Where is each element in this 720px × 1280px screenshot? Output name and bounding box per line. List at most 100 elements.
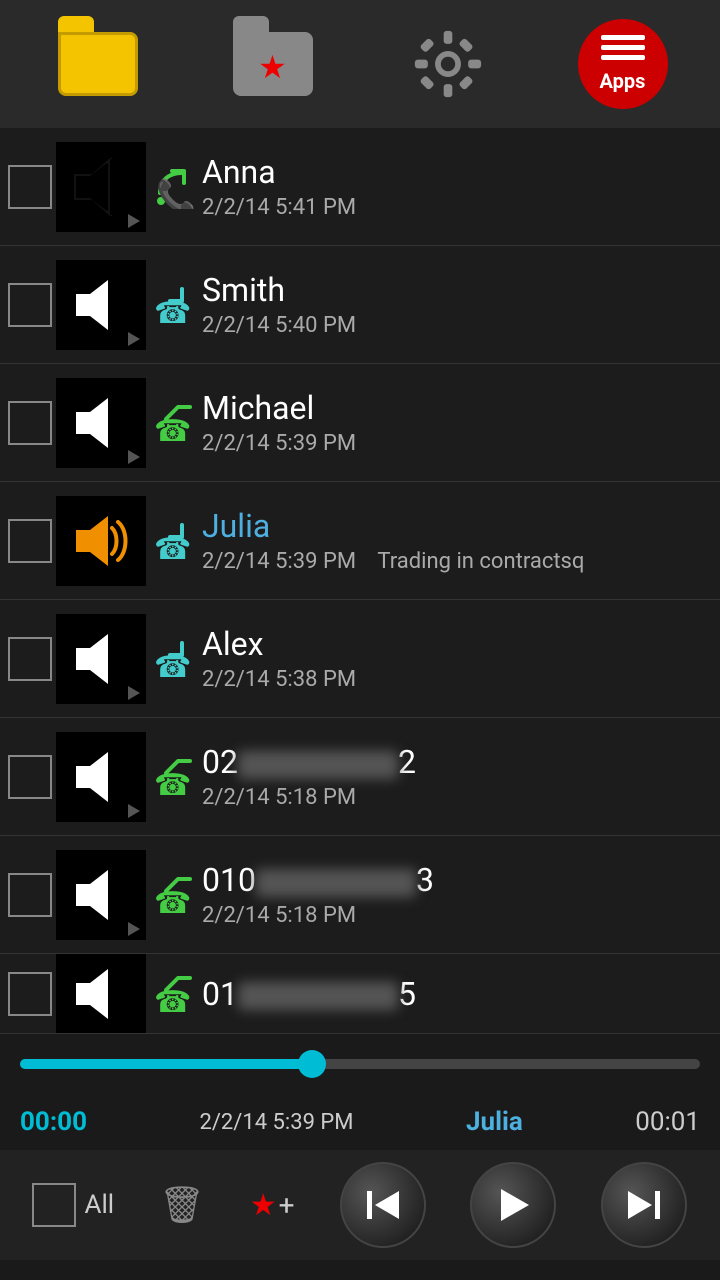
call-item-num1[interactable]: ☎ 022 2/2/14 5:18 PM — [0, 718, 720, 836]
settings-button[interactable] — [388, 14, 508, 114]
svg-text:☎: ☎ — [154, 886, 191, 917]
call-date-julia: 2/2/14 5:39 PM Trading in contractsq — [202, 549, 712, 574]
bottom-controls: All 🗑 ★+ — [0, 1150, 720, 1260]
svg-text:☎: ☎ — [154, 414, 191, 445]
player-name: Julia — [466, 1107, 523, 1137]
speaker-num3 — [56, 954, 146, 1034]
time-current: 00:00 — [20, 1107, 87, 1137]
call-list: 📞 Anna 2/2/14 5:41 PM ☎ Smith 2/2/14 5:4… — [0, 128, 720, 1034]
svg-text:📞: 📞 — [156, 176, 196, 209]
call-name-num1: 022 — [202, 743, 712, 781]
call-date-num2: 2/2/14 5:18 PM — [202, 903, 712, 928]
toolbar: ★ Apps — [0, 0, 720, 128]
select-all-wrap: All — [32, 1183, 114, 1227]
apps-label: Apps — [600, 69, 646, 93]
call-date-anna: 2/2/14 5:41 PM — [202, 195, 712, 220]
select-all-checkbox[interactable] — [32, 1183, 76, 1227]
call-item-num3[interactable]: ☎ 015 — [0, 954, 720, 1034]
play-tri-icon — [128, 332, 140, 346]
call-direction-in-smith: ☎ — [150, 281, 198, 329]
play-icon — [491, 1183, 535, 1227]
apps-button[interactable]: Apps — [563, 14, 683, 114]
svg-text:☎: ☎ — [154, 768, 191, 799]
apps-icon: Apps — [578, 19, 668, 109]
checkbox-alex[interactable] — [8, 637, 52, 681]
progress-thumb[interactable] — [298, 1050, 326, 1078]
checkbox-michael[interactable] — [8, 401, 52, 445]
call-item-alex[interactable]: ☎ Alex 2/2/14 5:38 PM — [0, 600, 720, 718]
checkbox-julia[interactable] — [8, 519, 52, 563]
trash-icon: 🗑 — [159, 1184, 205, 1226]
play-tri-icon — [128, 450, 140, 464]
speaker-julia — [56, 496, 146, 586]
call-name-num2: 0103 — [202, 861, 712, 899]
checkbox-num3[interactable] — [8, 972, 52, 1016]
call-date-alex: 2/2/14 5:38 PM — [202, 667, 712, 692]
call-info-alex: Alex 2/2/14 5:38 PM — [202, 625, 712, 692]
call-info-num2: 0103 2/2/14 5:18 PM — [202, 861, 712, 928]
checkbox-smith[interactable] — [8, 283, 52, 327]
play-tri-icon — [128, 214, 140, 228]
call-name-julia: Julia — [202, 507, 712, 545]
call-item-julia[interactable]: ☎ Julia 2/2/14 5:39 PM Trading in contra… — [0, 482, 720, 600]
skip-next-icon — [622, 1183, 666, 1227]
svg-text:☎: ☎ — [154, 985, 191, 1016]
delete-button[interactable]: 🗑 — [159, 1184, 205, 1226]
star-icon: ★ — [258, 48, 287, 86]
call-direction-in-alex: ☎ — [150, 635, 198, 683]
starred-folder-button[interactable]: ★ — [213, 14, 333, 114]
progress-fill — [20, 1059, 312, 1069]
call-info-julia: Julia 2/2/14 5:39 PM Trading in contract… — [202, 507, 712, 574]
call-info-michael: Michael 2/2/14 5:39 PM — [202, 389, 712, 456]
call-item-num2[interactable]: ☎ 0103 2/2/14 5:18 PM — [0, 836, 720, 954]
call-date-smith: 2/2/14 5:40 PM — [202, 313, 712, 338]
call-direction-out-michael: ☎ — [150, 399, 198, 447]
call-item-anna[interactable]: 📞 Anna 2/2/14 5:41 PM — [0, 128, 720, 246]
call-info-num1: 022 2/2/14 5:18 PM — [202, 743, 712, 810]
progress-area[interactable] — [0, 1034, 720, 1094]
checkbox-num2[interactable] — [8, 873, 52, 917]
call-direction-in-julia: ☎ — [150, 517, 198, 565]
time-total: 00:01 — [635, 1107, 700, 1137]
speaker-anna — [56, 142, 146, 232]
gear-icon — [412, 28, 484, 100]
speaker-smith — [56, 260, 146, 350]
play-button[interactable] — [470, 1162, 556, 1248]
skip-prev-button[interactable] — [340, 1162, 426, 1248]
checkbox-anna[interactable] — [8, 165, 52, 209]
progress-track[interactable] — [20, 1059, 700, 1069]
skip-next-button[interactable] — [601, 1162, 687, 1248]
call-direction-out-num2: ☎ — [150, 871, 198, 919]
call-info-anna: Anna 2/2/14 5:41 PM — [202, 153, 712, 220]
skip-prev-icon — [361, 1183, 405, 1227]
star-plus-icon: ★+ — [250, 1188, 295, 1223]
folder-button[interactable] — [38, 14, 158, 114]
player-date-info: 2/2/14 5:39 PM — [199, 1110, 353, 1135]
play-tri-icon — [128, 804, 140, 818]
call-name-alex: Alex — [202, 625, 712, 663]
star-add-button[interactable]: ★+ — [250, 1188, 295, 1223]
call-name-anna: Anna — [202, 153, 712, 191]
call-info-num3: 015 — [202, 975, 712, 1013]
call-date-num1: 2/2/14 5:18 PM — [202, 785, 712, 810]
play-tri-icon — [128, 922, 140, 936]
call-direction-out-num1: ☎ — [150, 753, 198, 801]
call-direction-out-num3: ☎ — [150, 970, 198, 1018]
speaker-michael — [56, 378, 146, 468]
call-item-smith[interactable]: ☎ Smith 2/2/14 5:40 PM — [0, 246, 720, 364]
checkbox-num1[interactable] — [8, 755, 52, 799]
call-name-michael: Michael — [202, 389, 712, 427]
call-date-michael: 2/2/14 5:39 PM — [202, 431, 712, 456]
folder-gray-icon: ★ — [233, 32, 313, 96]
call-direction-out: 📞 — [150, 163, 198, 211]
play-tri-icon — [128, 686, 140, 700]
call-name-smith: Smith — [202, 271, 712, 309]
call-item-michael[interactable]: ☎ Michael 2/2/14 5:39 PM — [0, 364, 720, 482]
time-bar: 00:00 2/2/14 5:39 PM Julia 00:01 — [0, 1094, 720, 1150]
folder-yellow-icon — [58, 32, 138, 96]
speaker-num2 — [56, 850, 146, 940]
call-name-num3: 015 — [202, 975, 712, 1013]
speaker-num1 — [56, 732, 146, 822]
hamburger-lines-icon — [601, 35, 645, 60]
call-info-smith: Smith 2/2/14 5:40 PM — [202, 271, 712, 338]
